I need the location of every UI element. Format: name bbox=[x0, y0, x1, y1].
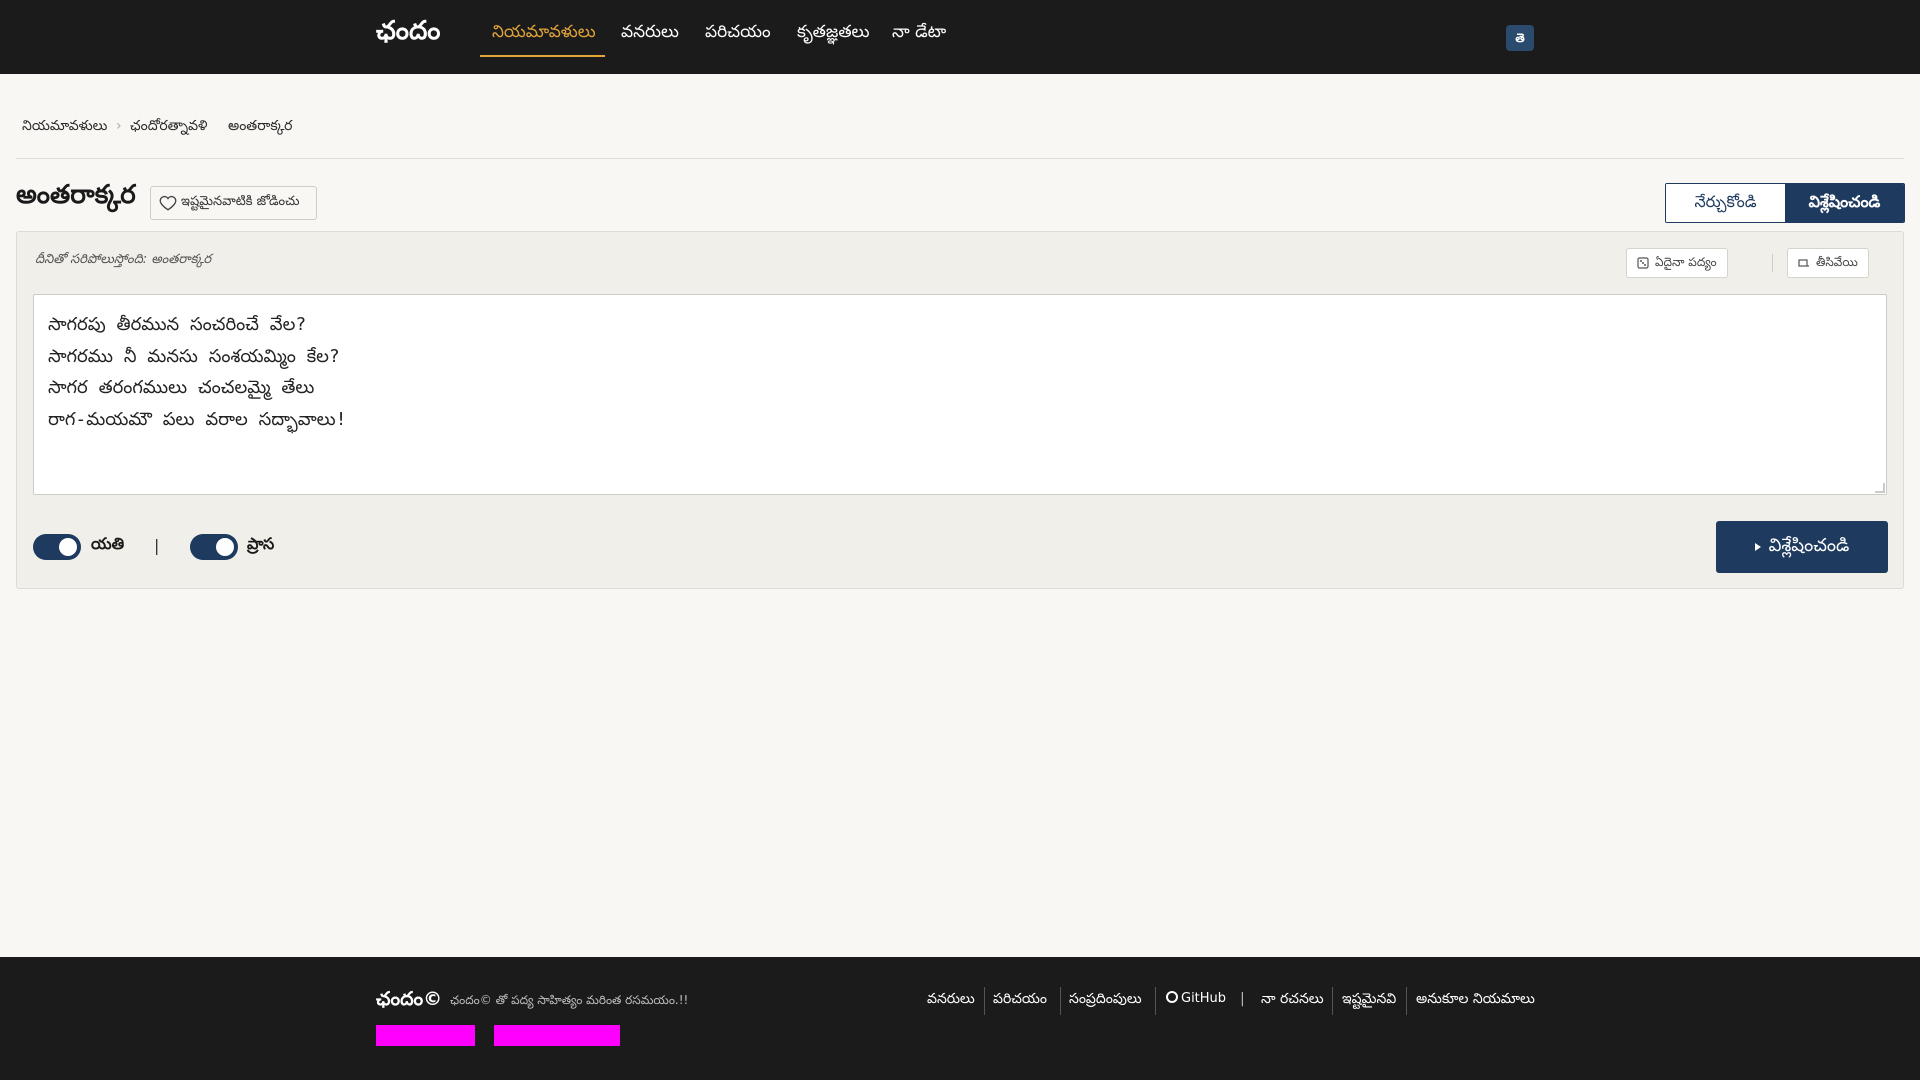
match-status-text: దీనితో సరిపోలుస్తోంది: అంతరాక్కర bbox=[35, 252, 212, 267]
yati-toggle[interactable] bbox=[33, 534, 81, 560]
page-title: అంతరాక్కర bbox=[16, 180, 136, 210]
footer-github-label: GitHub bbox=[1181, 991, 1227, 1006]
footer-badge[interactable] bbox=[376, 1025, 475, 1046]
language-toggle-button[interactable]: తె bbox=[1506, 25, 1534, 51]
breadcrumb-separator: › bbox=[116, 118, 122, 134]
clear-label: తీసివేయి bbox=[1816, 254, 1858, 269]
footer-separator bbox=[984, 987, 985, 1015]
footer-separator bbox=[1060, 987, 1061, 1015]
mode-switch: నేర్చుకోండి విశ్లేషించండి bbox=[1665, 183, 1905, 223]
footer-link-contact[interactable]: సంప్రదింపులు bbox=[1069, 991, 1142, 1010]
analyze-button[interactable]: విశ్లేషించండి bbox=[1716, 521, 1888, 573]
footer-separator bbox=[1332, 987, 1333, 1015]
poem-input-textarea[interactable]: సాగరపు తీరమున సంచరించే వేల? సాగరము నీ మన… bbox=[33, 294, 1887, 495]
analyze-button-label: విశ్లేషించండి bbox=[1768, 534, 1850, 556]
nav-link-acknowledgements[interactable]: కృతజ్ఞతలు bbox=[797, 22, 870, 46]
toggle-separator: | bbox=[154, 536, 160, 555]
tab-learn[interactable]: నేర్చుకోండి bbox=[1666, 184, 1785, 222]
dice-icon bbox=[1637, 257, 1649, 269]
footer-link-about[interactable]: పరిచయం bbox=[993, 991, 1047, 1010]
textarea-resize-handle[interactable] bbox=[1875, 483, 1885, 493]
tab-analyze[interactable]: విశ్లేషించండి bbox=[1785, 184, 1904, 222]
clear-button[interactable]: తీసివేయి bbox=[1787, 248, 1869, 278]
footer-separator bbox=[1406, 987, 1407, 1015]
footer-link-custom-rules[interactable]: అనుకూల నియమాలు bbox=[1416, 991, 1535, 1010]
footer: ఛందం© ఛందం© తో పద్య సాహిత్యం మరింత రసమయం… bbox=[0, 957, 1920, 1080]
footer-link-resources[interactable]: వనరులు bbox=[927, 991, 975, 1010]
breadcrumb-item-collection[interactable]: ఛందోరత్నావళి bbox=[130, 118, 208, 137]
add-to-favorites-button[interactable]: ఇష్టమైనవాటికి జోడించు bbox=[150, 186, 317, 220]
breadcrumb-item-current: అంతరాక్కర bbox=[228, 118, 293, 134]
yati-label: యతి bbox=[91, 534, 125, 553]
footer-brand[interactable]: ఛందం© bbox=[376, 988, 442, 1015]
add-to-favorites-label: ఇష్టమైనవాటికి జోడించు bbox=[181, 194, 300, 209]
prasa-label: ప్రాస bbox=[247, 534, 275, 553]
nav-link-about[interactable]: పరిచయం bbox=[705, 22, 771, 46]
random-poem-label: ఏదైనా పద్యం bbox=[1655, 254, 1717, 269]
eraser-icon bbox=[1798, 259, 1809, 267]
top-navbar: ఛందం నియమావళులు వనరులు పరిచయం కృతజ్ఞతలు … bbox=[0, 0, 1920, 74]
active-nav-underline bbox=[480, 55, 605, 57]
footer-link-my-writings[interactable]: నా రచనలు bbox=[1261, 991, 1324, 1010]
prasa-toggle[interactable] bbox=[190, 534, 238, 560]
play-icon bbox=[1754, 543, 1761, 551]
header-divider bbox=[16, 158, 1904, 159]
footer-link-github[interactable]: GitHub bbox=[1166, 991, 1226, 1006]
breadcrumb-item-rules[interactable]: నియమావళులు bbox=[22, 118, 107, 137]
analysis-card: దీనితో సరిపోలుస్తోంది: అంతరాక్కర ఏదైనా ప… bbox=[16, 231, 1904, 589]
brand-logo[interactable]: ఛందం bbox=[376, 16, 440, 52]
nav-link-rules[interactable]: నియమావళులు bbox=[492, 22, 596, 46]
nav-link-my-data[interactable]: నా డేటా bbox=[892, 22, 946, 46]
footer-separator bbox=[1155, 987, 1156, 1015]
footer-link-favorites[interactable]: ఇష్టమైనవి bbox=[1342, 991, 1396, 1010]
random-poem-button[interactable]: ఏదైనా పద్యం bbox=[1626, 248, 1728, 278]
footer-badge[interactable] bbox=[494, 1025, 620, 1046]
toolbar-separator bbox=[1772, 254, 1773, 272]
heart-icon bbox=[159, 195, 177, 211]
github-icon bbox=[1166, 991, 1178, 1003]
footer-pipe: | bbox=[1240, 991, 1245, 1007]
footer-tagline: ఛందం© తో పద్య సాహిత్యం మరింత రసమయం.!! bbox=[450, 993, 689, 1007]
nav-link-resources[interactable]: వనరులు bbox=[621, 22, 679, 46]
